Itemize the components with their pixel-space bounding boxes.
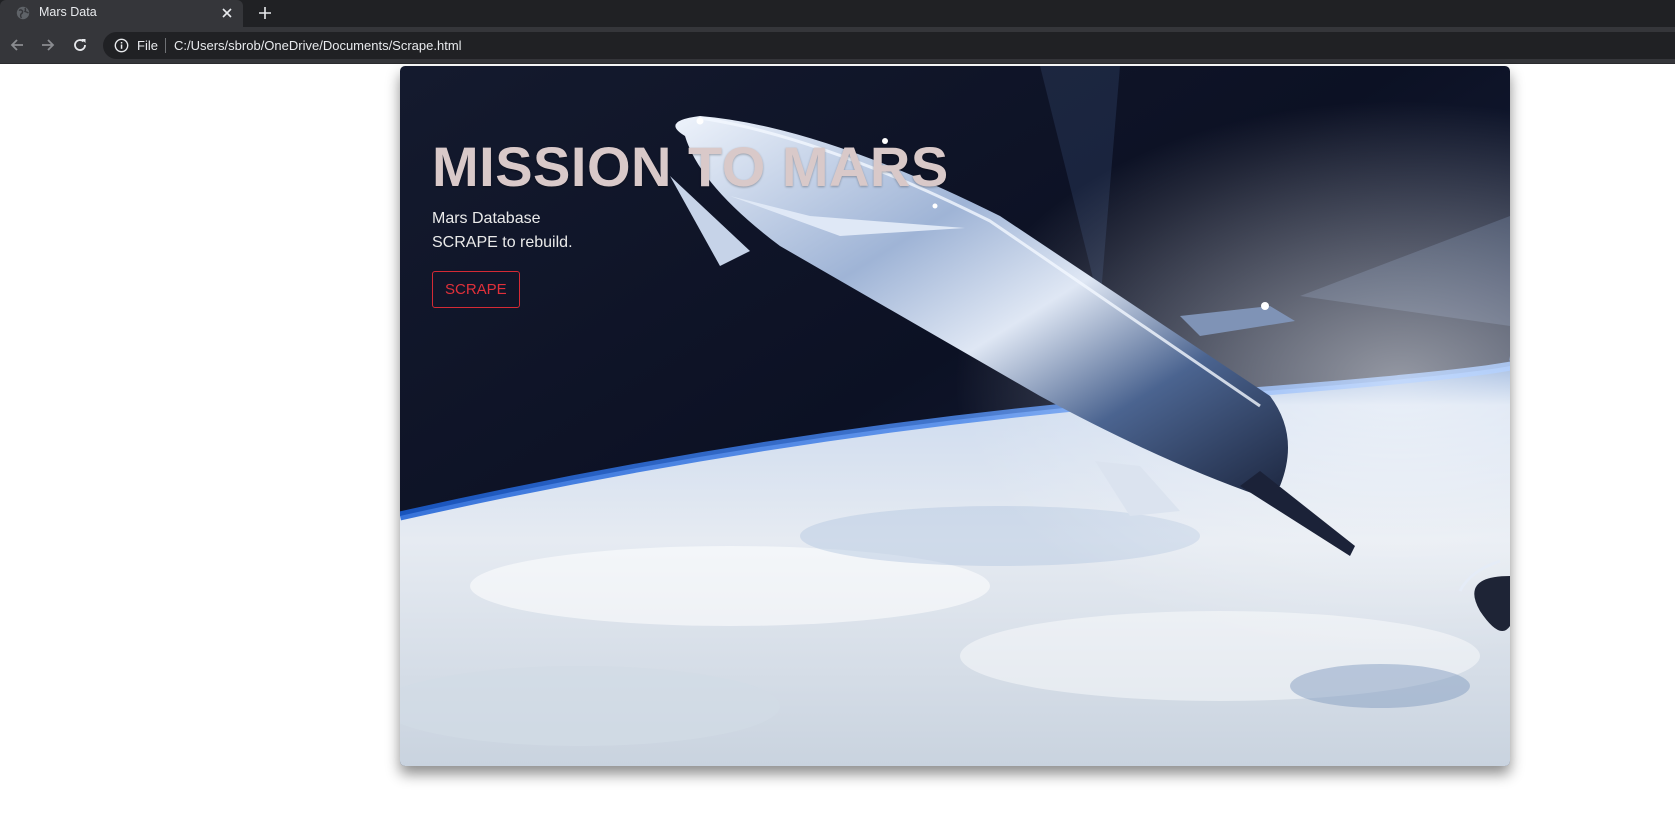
jumbotron: MISSION TO MARS Mars Database SCRAPE to … xyxy=(400,66,1510,766)
scrape-button[interactable]: SCRAPE xyxy=(432,271,520,308)
browser-toolbar: File C:/Users/sbrob/OneDrive/Documents/S… xyxy=(0,27,1675,64)
info-icon[interactable] xyxy=(114,38,129,53)
globe-icon xyxy=(16,6,30,20)
omnibox-divider xyxy=(165,38,166,53)
browser-tab[interactable]: Mars Data xyxy=(0,0,243,27)
tab-title: Mars Data xyxy=(39,5,97,19)
forward-arrow-icon[interactable] xyxy=(38,35,58,55)
tab-strip: Mars Data xyxy=(0,0,1675,27)
url-text[interactable]: C:/Users/sbrob/OneDrive/Documents/Scrape… xyxy=(174,38,462,53)
close-icon[interactable] xyxy=(219,5,235,21)
instruction-line: SCRAPE to rebuild. xyxy=(432,234,573,251)
jumbotron-content: MISSION TO MARS Mars Database SCRAPE to … xyxy=(432,134,949,308)
page-title: MISSION TO MARS xyxy=(432,135,949,198)
scheme-label: File xyxy=(137,38,158,53)
address-bar[interactable]: File C:/Users/sbrob/OneDrive/Documents/S… xyxy=(103,32,1675,59)
reload-icon[interactable] xyxy=(70,35,90,55)
plus-icon[interactable] xyxy=(255,3,275,23)
subtitle-line: Mars Database xyxy=(432,210,541,227)
back-arrow-icon[interactable] xyxy=(7,35,27,55)
